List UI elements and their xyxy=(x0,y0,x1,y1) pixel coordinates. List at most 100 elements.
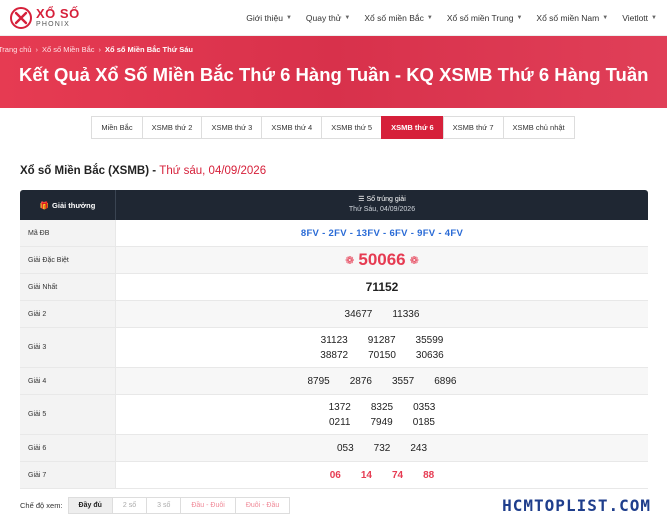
tab-thu-6[interactable]: XSMB thứ 6 xyxy=(381,116,444,139)
first-prize-value: 71152 xyxy=(365,280,399,294)
logo-sub-text: PHONIX xyxy=(36,21,71,28)
chevron-down-icon: ▼ xyxy=(602,14,609,21)
tab-thu-7[interactable]: XSMB thứ 7 xyxy=(442,116,504,139)
breadcrumb-current: Xổ số Miền Bắc Thứ Sáu xyxy=(105,45,193,54)
header-numbers: ☰ Số trúng giải Thứ Sáu, 04/09/2026 xyxy=(116,190,648,220)
prize-number: 243 xyxy=(410,442,428,454)
row-label: Mã ĐB xyxy=(20,220,116,246)
tab-thu-2[interactable]: XSMB thứ 2 xyxy=(141,116,203,139)
row-label: Giải 5 xyxy=(20,395,116,434)
row-label: Giải Nhất xyxy=(20,274,116,300)
section-date: Thứ sáu, 04/09/2026 xyxy=(159,165,267,177)
day-tabs: Miền Bắc XSMB thứ 2 XSMB thứ 3 XSMB thứ … xyxy=(0,116,667,139)
prize-number: 31123 xyxy=(320,334,348,346)
view-mode-label: Chế độ xem: xyxy=(20,501,63,510)
table-row: Giải 2 34677 11336 xyxy=(20,301,648,328)
main-content: Miền Bắc XSMB thứ 2 XSMB thứ 3 XSMB thứ … xyxy=(0,108,667,489)
nav-mien-trung[interactable]: Xổ số miền Trung ▼ xyxy=(447,13,523,23)
mode-2-digit-button[interactable]: 2 số xyxy=(111,497,148,514)
prize-number: 0353 xyxy=(413,401,436,413)
table-row: Giải 6 053 732 243 xyxy=(20,435,648,462)
prize-number: 1372 xyxy=(328,401,351,413)
prize-number: 8795 xyxy=(307,375,330,387)
page-title: Kết Quả Xổ Số Miền Bắc Thứ 6 Hàng Tuần -… xyxy=(19,64,649,85)
tab-thu-4[interactable]: XSMB thứ 4 xyxy=(261,116,323,139)
site-logo[interactable]: XỔ SỐ PHONIX xyxy=(10,6,80,29)
nav-gioi-thieu[interactable]: Giới thiệu ▼ xyxy=(246,13,292,23)
view-mode-bar: Chế độ xem: Đầy đủ 2 số 3 số Đầu - Đuôi … xyxy=(20,497,291,514)
nav-mien-nam[interactable]: Xổ số miền Nam ▼ xyxy=(536,13,608,23)
table-row: Giải 4 8795 2876 3557 6896 xyxy=(20,368,648,395)
breadcrumb-separator-icon: › xyxy=(35,45,39,54)
results-table: 🎁 Giải thưởng ☰ Số trúng giải Thứ Sáu, 0… xyxy=(20,190,648,489)
main-nav: Giới thiệu ▼ Quay thử ▼ Xổ số miền Bắc ▼ Xổ… xyxy=(246,13,657,23)
chevron-down-icon: ▼ xyxy=(651,14,657,21)
prize-number: 732 xyxy=(373,442,391,454)
prize-number: 2876 xyxy=(349,375,372,387)
breadcrumb-separator-icon: › xyxy=(98,45,102,54)
ma-db-value: 8FV - 2FV - 13FV - 6FV - 9FV - 4FV xyxy=(300,227,464,239)
prize-number: 0185 xyxy=(412,416,435,428)
prize-number: 7949 xyxy=(370,416,393,428)
chevron-down-icon: ▼ xyxy=(516,14,523,21)
tab-chu-nhat[interactable]: XSMB chủ nhật xyxy=(502,116,575,139)
row-label: Giải 6 xyxy=(20,435,116,461)
flower-icon: ❁ xyxy=(345,254,355,267)
nav-vietlott[interactable]: Vietlott ▼ xyxy=(622,13,657,23)
hero-banner: Trang chủ › Xổ số Miền Bắc › Xổ số Miền … xyxy=(0,36,667,108)
table-header: 🎁 Giải thưởng ☰ Số trúng giải Thứ Sáu, 0… xyxy=(20,190,648,220)
chevron-down-icon: ▼ xyxy=(285,14,292,21)
table-row: Giải Đặc Biệt ❁ 50066 ❁ xyxy=(20,247,648,274)
top-navbar: XỔ SỐ PHONIX Giới thiệu ▼ Quay thử ▼ Xổ số… xyxy=(0,0,667,36)
row-label: Giải 7 xyxy=(20,462,116,488)
watermark: HCMTOPLIST.COM xyxy=(502,496,651,515)
prize-number: 0211 xyxy=(328,416,351,428)
prize-number: 91287 xyxy=(367,334,396,346)
prize-number: 8325 xyxy=(370,401,394,413)
table-row: Giải 3 31123 91287 35599 38872 70150 306… xyxy=(20,328,648,368)
logo-icon xyxy=(10,6,32,29)
row-label: Giải Đặc Biệt xyxy=(20,247,116,273)
tab-mien-bac[interactable]: Miền Bắc xyxy=(91,116,143,139)
row-label: Giải 2 xyxy=(20,301,116,327)
tab-thu-5[interactable]: XSMB thứ 5 xyxy=(321,116,383,139)
breadcrumb: Trang chủ › Xổ số Miền Bắc › Xổ số Miền … xyxy=(0,36,667,54)
mode-tail-head-button[interactable]: Đuôi - Đầu xyxy=(234,497,291,514)
prize-number: 053 xyxy=(336,442,354,454)
breadcrumb-home[interactable]: Trang chủ xyxy=(0,45,32,54)
chevron-down-icon: ▼ xyxy=(426,14,433,21)
prize-number: 3557 xyxy=(392,375,415,387)
prize-number: 35599 xyxy=(415,334,444,346)
table-row: Giải 7 06 14 74 88 xyxy=(20,462,648,489)
table-row: Mã ĐB 8FV - 2FV - 13FV - 6FV - 9FV - 4FV xyxy=(20,220,648,247)
prize-number: 74 xyxy=(392,469,404,481)
prize-number: 6896 xyxy=(434,375,457,387)
special-prize: ❁ 50066 ❁ xyxy=(345,250,419,269)
prize-number: 06 xyxy=(329,469,341,481)
mode-full-button[interactable]: Đầy đủ xyxy=(67,497,113,514)
mode-head-tail-button[interactable]: Đầu - Đuôi xyxy=(180,497,236,514)
row-label: Giải 4 xyxy=(20,368,116,394)
table-row: Giải Nhất 71152 xyxy=(20,274,648,301)
prize-number: 34677 xyxy=(344,308,373,320)
mode-3-digit-button[interactable]: 3 số xyxy=(146,497,182,514)
prize-number: 30636 xyxy=(415,349,444,361)
prize-number: 88 xyxy=(423,469,435,481)
section-title: Xổ số Miền Bắc (XSMB) - Thứ sáu, 04/09/2… xyxy=(20,165,267,177)
prize-number: 11336 xyxy=(392,308,420,320)
flower-icon: ❁ xyxy=(409,254,419,267)
nav-quay-thu[interactable]: Quay thử ▼ xyxy=(306,13,350,23)
header-date: Thứ Sáu, 04/09/2026 xyxy=(348,206,416,213)
logo-main-text: XỔ SỐ xyxy=(36,6,80,21)
view-mode-buttons: Đầy đủ 2 số 3 số Đầu - Đuôi Đuôi - Đầu xyxy=(67,497,291,514)
prize-number: 38872 xyxy=(320,349,349,361)
prize-number: 14 xyxy=(360,469,372,481)
header-prize: 🎁 Giải thưởng xyxy=(20,190,116,220)
gift-icon: 🎁 xyxy=(39,200,50,210)
breadcrumb-mien-bac[interactable]: Xổ số Miền Bắc xyxy=(42,45,95,54)
nav-mien-bac[interactable]: Xổ số miền Bắc ▼ xyxy=(364,13,432,23)
table-row: Giải 5 1372 8325 0353 0211 7949 0185 xyxy=(20,395,648,435)
tab-thu-3[interactable]: XSMB thứ 3 xyxy=(201,116,263,139)
prize-number: 70150 xyxy=(368,349,396,361)
chevron-down-icon: ▼ xyxy=(344,14,351,21)
